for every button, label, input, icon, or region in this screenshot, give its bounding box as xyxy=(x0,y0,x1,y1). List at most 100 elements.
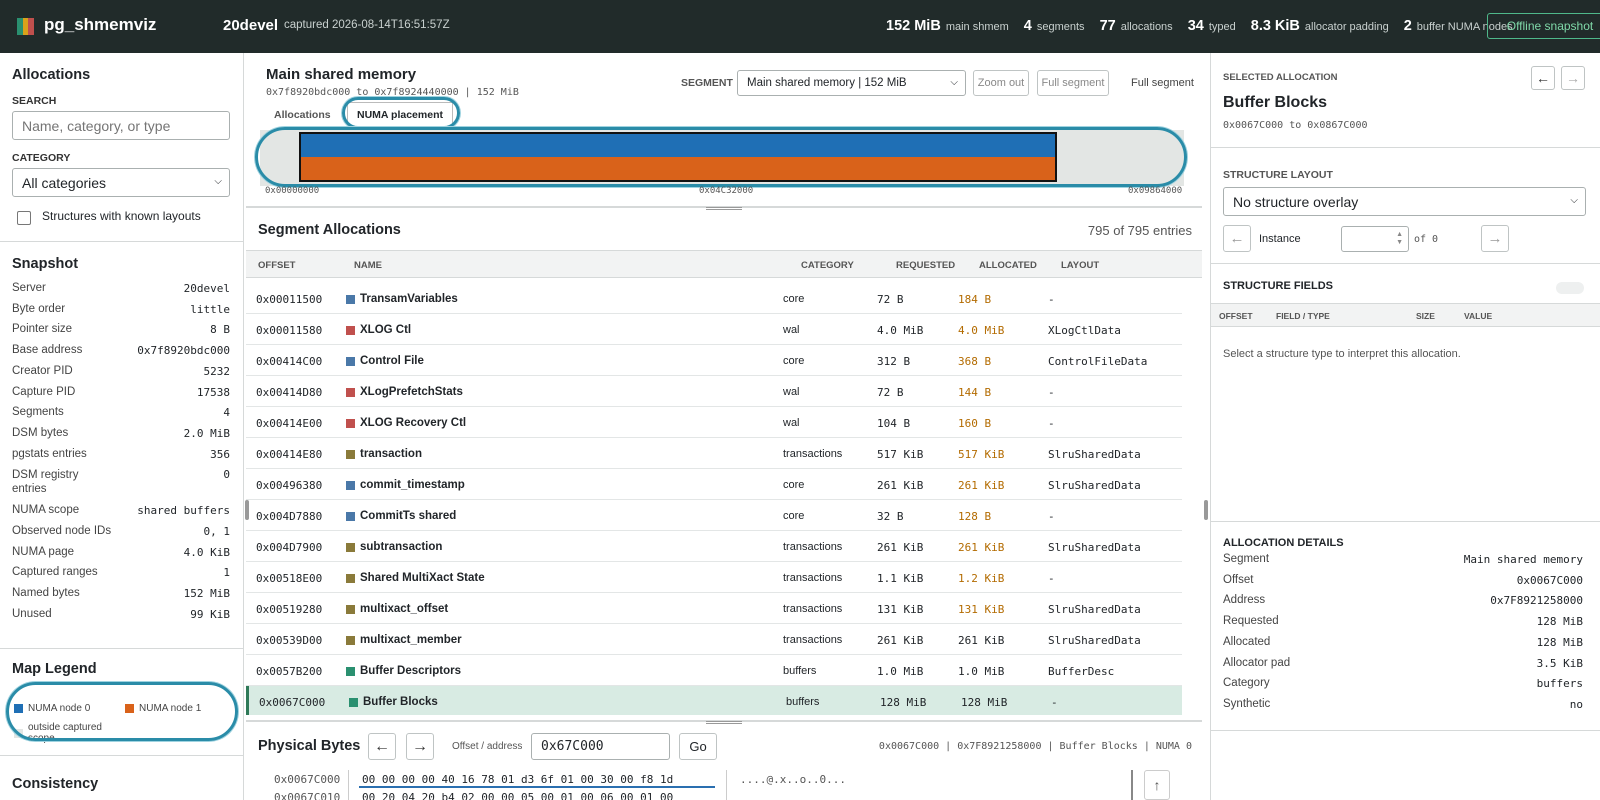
search-input[interactable]: Name, category, or type xyxy=(12,111,230,140)
row-allocated: 261 KiB xyxy=(958,541,1005,554)
prev-arrow-icon[interactable]: ← xyxy=(368,733,396,760)
detail-value: no xyxy=(1569,697,1583,711)
bytes-info: 0x0067C000 | 0x7F8921258000 | Buffer Blo… xyxy=(878,741,1192,752)
search-label: SEARCH xyxy=(12,95,57,107)
row-offset: 0x0057B200 xyxy=(256,665,323,678)
snapshot-key: NUMA page xyxy=(12,545,75,558)
prev-allocation-icon[interactable]: ← xyxy=(1531,66,1555,90)
row-category: wal xyxy=(783,386,800,398)
table-title: Segment Allocations xyxy=(258,222,401,238)
category-select[interactable]: All categories ⌵ xyxy=(12,168,230,197)
tab-allocations[interactable]: Allocations xyxy=(274,109,331,121)
row-offset: 0x00414E00 xyxy=(256,417,323,430)
row-offset: 0x004D7900 xyxy=(256,541,323,554)
stat-value: 4 xyxy=(1023,18,1032,34)
legend-label: NUMA node 1 xyxy=(139,703,202,714)
layout-select[interactable]: No structure overlay ⌵ xyxy=(1223,187,1586,216)
numa-map[interactable] xyxy=(260,130,1184,190)
zoom-out-button[interactable]: Zoom out xyxy=(973,70,1029,96)
map-numa-node1 xyxy=(300,157,1056,181)
row-layout: SlruSharedData xyxy=(1048,448,1141,461)
col-category[interactable]: CATEGORY xyxy=(801,260,854,271)
offset-input[interactable]: 0x67C000 xyxy=(531,733,670,760)
table-row[interactable]: 0x004D7900 subtransaction transactions 261 … xyxy=(246,531,1182,562)
structures-checkbox[interactable] xyxy=(17,211,31,225)
col-name[interactable]: NAME xyxy=(354,260,382,271)
table-row[interactable]: 0x00011500 TransamVariables core 72 B 184 B - xyxy=(246,283,1182,314)
right-splitter-handle[interactable] xyxy=(1204,500,1208,520)
go-button[interactable]: Go xyxy=(679,733,717,760)
table-row[interactable]: 0x00539D00 multixact_member transactions 26… xyxy=(246,624,1182,655)
row-requested: 1.0 MiB xyxy=(877,665,924,678)
instance-next-icon[interactable]: → xyxy=(1481,225,1509,252)
category-swatch xyxy=(346,419,355,428)
stepper-icon[interactable]: ▲ ▼ xyxy=(1396,231,1403,247)
map-tick: 0x09864000 xyxy=(1128,186,1183,196)
instance-input[interactable]: ▲ ▼ xyxy=(1341,226,1409,252)
bytes-title: Physical Bytes xyxy=(258,738,361,754)
row-allocated: 261 KiB xyxy=(958,479,1005,492)
row-layout: SlruSharedData xyxy=(1048,541,1141,554)
table-row[interactable]: 0x00414D80 XLogPrefetchStats wal 72 B 144 B - xyxy=(246,376,1182,407)
table-row[interactable]: 0x00011580 XLOG Ctl wal 4.0 MiB 4.0 MiB XLogC… xyxy=(246,314,1182,345)
table-row[interactable]: 0x00414E00 XLOG Recovery Ctl wal 104 B 160 B… xyxy=(246,407,1182,438)
snapshot-row: Capture PID 17538 xyxy=(12,386,230,399)
table-row[interactable]: 0x0067C000 Buffer Blocks buffers 128 MiB 128… xyxy=(246,686,1182,715)
table-row[interactable]: 0x004D7880 CommitTs shared core 32 B 128 B - xyxy=(246,500,1182,531)
table-row[interactable]: 0x00414E80 transaction transactions 517 KiB… xyxy=(246,438,1182,469)
table-row[interactable]: 0x00496380 commit_timestamp core 261 KiB 261… xyxy=(246,469,1182,500)
detail-value: 3.5 KiB xyxy=(1536,656,1583,670)
stat-value: 152 MiB xyxy=(886,18,941,34)
segment-select[interactable]: Main shared memory | 152 MiB ⌵ xyxy=(737,70,966,96)
table-resize-handle[interactable] xyxy=(706,721,742,724)
detail-row: Allocator pad 3.5 KiB xyxy=(1223,657,1583,670)
snapshot-key: Observed node IDs xyxy=(12,525,112,537)
col-layout[interactable]: LAYOUT xyxy=(1061,260,1099,271)
next-arrow-icon[interactable]: → xyxy=(406,733,434,760)
hex-bytes[interactable]: 00 20 04 20 b4 02 00 00 05 00 01 00 06 0… xyxy=(362,791,673,800)
map-title: Main shared memory xyxy=(266,66,417,83)
row-allocated: 1.0 MiB xyxy=(958,665,1005,678)
table-row[interactable]: 0x00519280 multixact_offset transactions 13… xyxy=(246,593,1182,624)
row-requested: 32 B xyxy=(877,510,904,523)
table-row[interactable]: 0x0057B200 Buffer Descriptors buffers 1.0 M… xyxy=(246,655,1182,686)
snapshot-row: Named bytes 152 MiB xyxy=(12,587,230,600)
detail-value: buffers xyxy=(1536,677,1583,691)
snapshot-value: shared buffers xyxy=(137,504,230,518)
offline-snapshot-button[interactable]: Offline snapshot xyxy=(1487,13,1600,39)
snapshot-row: Unused 99 KiB xyxy=(12,608,230,621)
row-name: XLogPrefetchStats xyxy=(360,386,463,398)
next-allocation-icon[interactable]: → xyxy=(1561,66,1585,90)
snapshot-value: 4.0 KiB xyxy=(183,545,230,559)
col-requested[interactable]: REQUESTED xyxy=(896,260,955,271)
table-row[interactable]: 0x00518E00 Shared MultiXact State transact… xyxy=(246,562,1182,593)
snapshot-key: Base address xyxy=(12,344,83,357)
snapshot-value: 1 xyxy=(223,566,230,580)
detail-row: Synthetic no xyxy=(1223,698,1583,711)
row-requested: 104 B xyxy=(877,417,911,430)
row-offset: 0x00414C00 xyxy=(256,355,323,368)
snapshot-row: Captured ranges 1 xyxy=(12,566,230,579)
hex-scrollbar[interactable] xyxy=(1131,770,1133,800)
scroll-up-icon[interactable]: ↑ xyxy=(1144,770,1170,800)
row-category: transactions xyxy=(783,448,843,460)
segment-label: SEGMENT xyxy=(681,77,733,89)
tab-numa-placement[interactable]: NUMA placement xyxy=(347,102,453,127)
fields-col-field: FIELD / TYPE xyxy=(1276,311,1330,321)
row-requested: 261 KiB xyxy=(877,634,924,647)
row-requested: 72 B xyxy=(877,293,904,306)
hex-bytes[interactable]: 00 00 00 00 40 16 78 01 d3 6f 01 00 30 0… xyxy=(362,773,673,786)
snapshot-key: Pointer size xyxy=(12,323,73,336)
instance-prev-icon[interactable]: ← xyxy=(1223,225,1251,252)
row-allocated: 160 B xyxy=(958,417,992,430)
table-row[interactable]: 0x00414C00 Control File core 312 B 368 B Cont… xyxy=(246,345,1182,376)
snapshot-row: NUMA scope shared buffers xyxy=(12,504,230,517)
col-offset[interactable]: OFFSET xyxy=(258,260,295,271)
col-allocated[interactable]: ALLOCATED xyxy=(979,260,1037,271)
full-segment-button[interactable]: Full segment xyxy=(1037,70,1109,96)
row-requested: 131 KiB xyxy=(877,603,924,616)
map-resize-handle[interactable] xyxy=(706,207,742,210)
legend-swatch xyxy=(125,704,134,713)
category-swatch xyxy=(346,388,355,397)
row-layout: - xyxy=(1048,572,1055,585)
